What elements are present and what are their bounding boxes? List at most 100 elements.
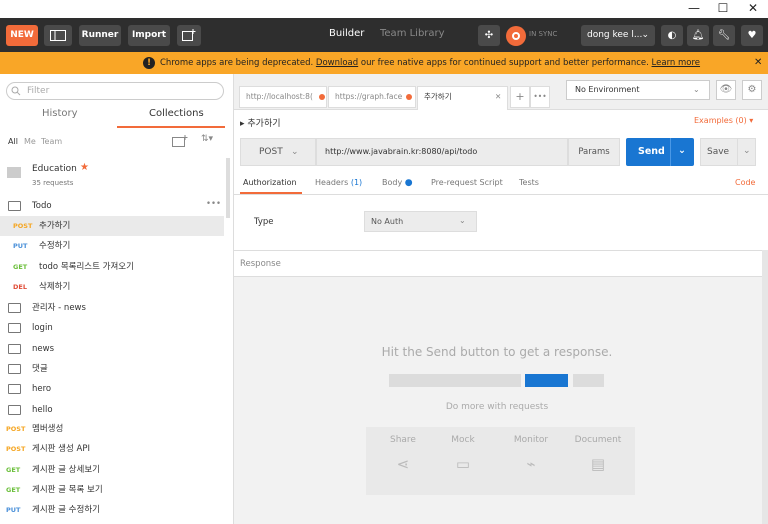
- tab-tests[interactable]: Tests: [519, 178, 539, 187]
- request-item[interactable]: GET 게시판 글 상세보기: [0, 460, 224, 480]
- maximize-button[interactable]: ☐: [709, 0, 737, 16]
- folder-open-icon: [8, 201, 21, 211]
- request-name[interactable]: ▸ 추가하기: [240, 116, 281, 129]
- method-badge: PUT: [13, 242, 28, 251]
- folder-item-label: hello: [32, 404, 53, 415]
- sidebar-icon: [50, 30, 66, 41]
- request-item[interactable]: PUT 수정하기: [0, 236, 224, 256]
- request-item-label: 게시판 글 상세보기: [32, 464, 100, 475]
- import-button[interactable]: Import: [128, 25, 170, 46]
- search-input[interactable]: Filter: [6, 82, 224, 100]
- tab-prerequest-script[interactable]: Pre-request Script: [431, 178, 503, 187]
- new-window-icon: [182, 29, 196, 41]
- runner-button[interactable]: Runner: [79, 25, 121, 46]
- download-link[interactable]: Download: [316, 58, 358, 68]
- heart-button[interactable]: ♥: [741, 25, 763, 46]
- minimize-button[interactable]: —: [680, 0, 708, 16]
- chevron-down-icon: ⌄: [693, 85, 700, 94]
- bell-icon: 🔔︎: [691, 30, 705, 41]
- notifications-button[interactable]: 🔔︎: [687, 25, 709, 46]
- new-button[interactable]: NEW: [6, 25, 38, 46]
- request-item[interactable]: GET 게시판 글 목록 보기: [0, 480, 224, 500]
- add-tab-button[interactable]: +: [510, 86, 530, 108]
- filter-team[interactable]: Team: [41, 137, 62, 146]
- wrench-icon: 🔧︎: [717, 30, 731, 41]
- sidebar-scrollbar[interactable]: [226, 158, 230, 218]
- folder-icon: [8, 404, 21, 415]
- method-select[interactable]: POST ⌄: [240, 138, 316, 166]
- save-label: Save: [707, 147, 730, 157]
- request-item[interactable]: POST 게시판 생성 API: [0, 439, 224, 459]
- request-item[interactable]: POST 추가하기: [0, 216, 224, 236]
- learn-more-link[interactable]: Learn more: [652, 58, 700, 68]
- folder-icon: [8, 303, 21, 313]
- settings-button[interactable]: 🔧︎: [713, 25, 735, 46]
- tab-collections[interactable]: Collections: [149, 108, 204, 119]
- request-tab[interactable]: https://graph.face: [328, 86, 416, 108]
- request-tab[interactable]: http://localhost:8(: [239, 86, 327, 108]
- monitor-card[interactable]: Monitor ⌁: [494, 427, 568, 495]
- close-window-button[interactable]: ✕: [739, 0, 767, 16]
- tab-body[interactable]: Body ●: [382, 178, 413, 188]
- tab-more-button[interactable]: •••: [530, 86, 550, 108]
- environment-settings-button[interactable]: ⚙: [742, 80, 762, 100]
- tab-history[interactable]: History: [42, 108, 78, 119]
- params-button[interactable]: Params: [568, 138, 620, 166]
- auth-type-select[interactable]: No Auth ⌄: [364, 211, 477, 232]
- environment-value: No Environment: [575, 85, 640, 94]
- sort-icon[interactable]: ⇅▾: [201, 134, 213, 144]
- request-item[interactable]: PUT 게시판 글 수정하기: [0, 500, 224, 520]
- request-item[interactable]: POST 멤버생성: [0, 419, 224, 439]
- tab-builder[interactable]: Builder: [329, 28, 364, 39]
- url-input[interactable]: http://www.javabrain.kr:8080/api/todo: [316, 138, 568, 166]
- more-icon[interactable]: •••: [206, 194, 221, 214]
- tab-team-library[interactable]: Team Library: [380, 28, 445, 39]
- close-banner-icon[interactable]: ✕: [754, 52, 762, 74]
- document-icon: ▤: [590, 455, 606, 473]
- eye-button[interactable]: 👁︎: [716, 80, 736, 100]
- folder-item[interactable]: hello: [0, 400, 224, 420]
- user-menu[interactable]: dong kee l... ⌄: [581, 25, 655, 46]
- environment-select[interactable]: No Environment ⌄: [566, 80, 710, 100]
- sidebar-toggle-button[interactable]: [44, 25, 72, 46]
- request-tab-active[interactable]: 추가하기 ✕: [417, 86, 508, 110]
- code-link[interactable]: Code: [735, 178, 755, 187]
- collection-education[interactable]: Education ★ 35 requests: [0, 156, 224, 198]
- send-button[interactable]: Send ⌄: [626, 138, 694, 166]
- request-tab-label: http://localhost:8(: [246, 92, 313, 101]
- main-scrollbar[interactable]: [762, 250, 768, 524]
- capture-button[interactable]: ◐: [661, 25, 683, 46]
- document-card[interactable]: Document ▤: [561, 427, 635, 495]
- interceptor-button[interactable]: ✣: [478, 25, 500, 46]
- card-label: Share: [390, 435, 416, 445]
- tab-authorization[interactable]: Authorization: [243, 178, 297, 187]
- placeholder-bar: [389, 374, 521, 387]
- folder-item-label: hero: [32, 384, 52, 395]
- folder-item[interactable]: news: [0, 339, 224, 359]
- close-tab-icon[interactable]: ✕: [495, 87, 501, 107]
- filter-me[interactable]: Me: [24, 137, 36, 146]
- folder-todo[interactable]: Todo •••: [0, 196, 224, 216]
- filter-all[interactable]: All: [8, 137, 18, 146]
- sync-status: IN SYNC: [529, 30, 558, 38]
- folder-icon: [8, 363, 21, 374]
- folder-icon: [8, 384, 21, 395]
- folder-item[interactable]: 관리자 - news: [0, 298, 224, 318]
- favorite-star-icon[interactable]: ★: [80, 162, 89, 173]
- method-badge: DEL: [13, 282, 27, 291]
- chevron-down-icon: ⌄: [641, 30, 649, 40]
- new-collection-icon[interactable]: [172, 135, 188, 147]
- request-item[interactable]: DEL 삭제하기: [0, 277, 224, 297]
- save-button[interactable]: Save ⌄: [700, 138, 756, 166]
- tab-headers[interactable]: Headers (1): [315, 178, 362, 187]
- folder-item[interactable]: hero: [0, 379, 224, 399]
- folder-item[interactable]: login: [0, 318, 224, 338]
- new-window-button[interactable]: [177, 25, 201, 46]
- examples-dropdown[interactable]: Examples (0) ▾: [694, 116, 753, 125]
- folder-item[interactable]: 댓글: [0, 359, 224, 379]
- chevron-down-icon[interactable]: ⌄: [678, 137, 686, 165]
- chevron-down-icon[interactable]: ⌄: [743, 138, 751, 164]
- request-item[interactable]: GET todo 목록리스트 가져오기: [0, 257, 224, 277]
- body-dot-icon: ●: [404, 178, 413, 188]
- mock-card[interactable]: Mock ▭: [426, 427, 500, 495]
